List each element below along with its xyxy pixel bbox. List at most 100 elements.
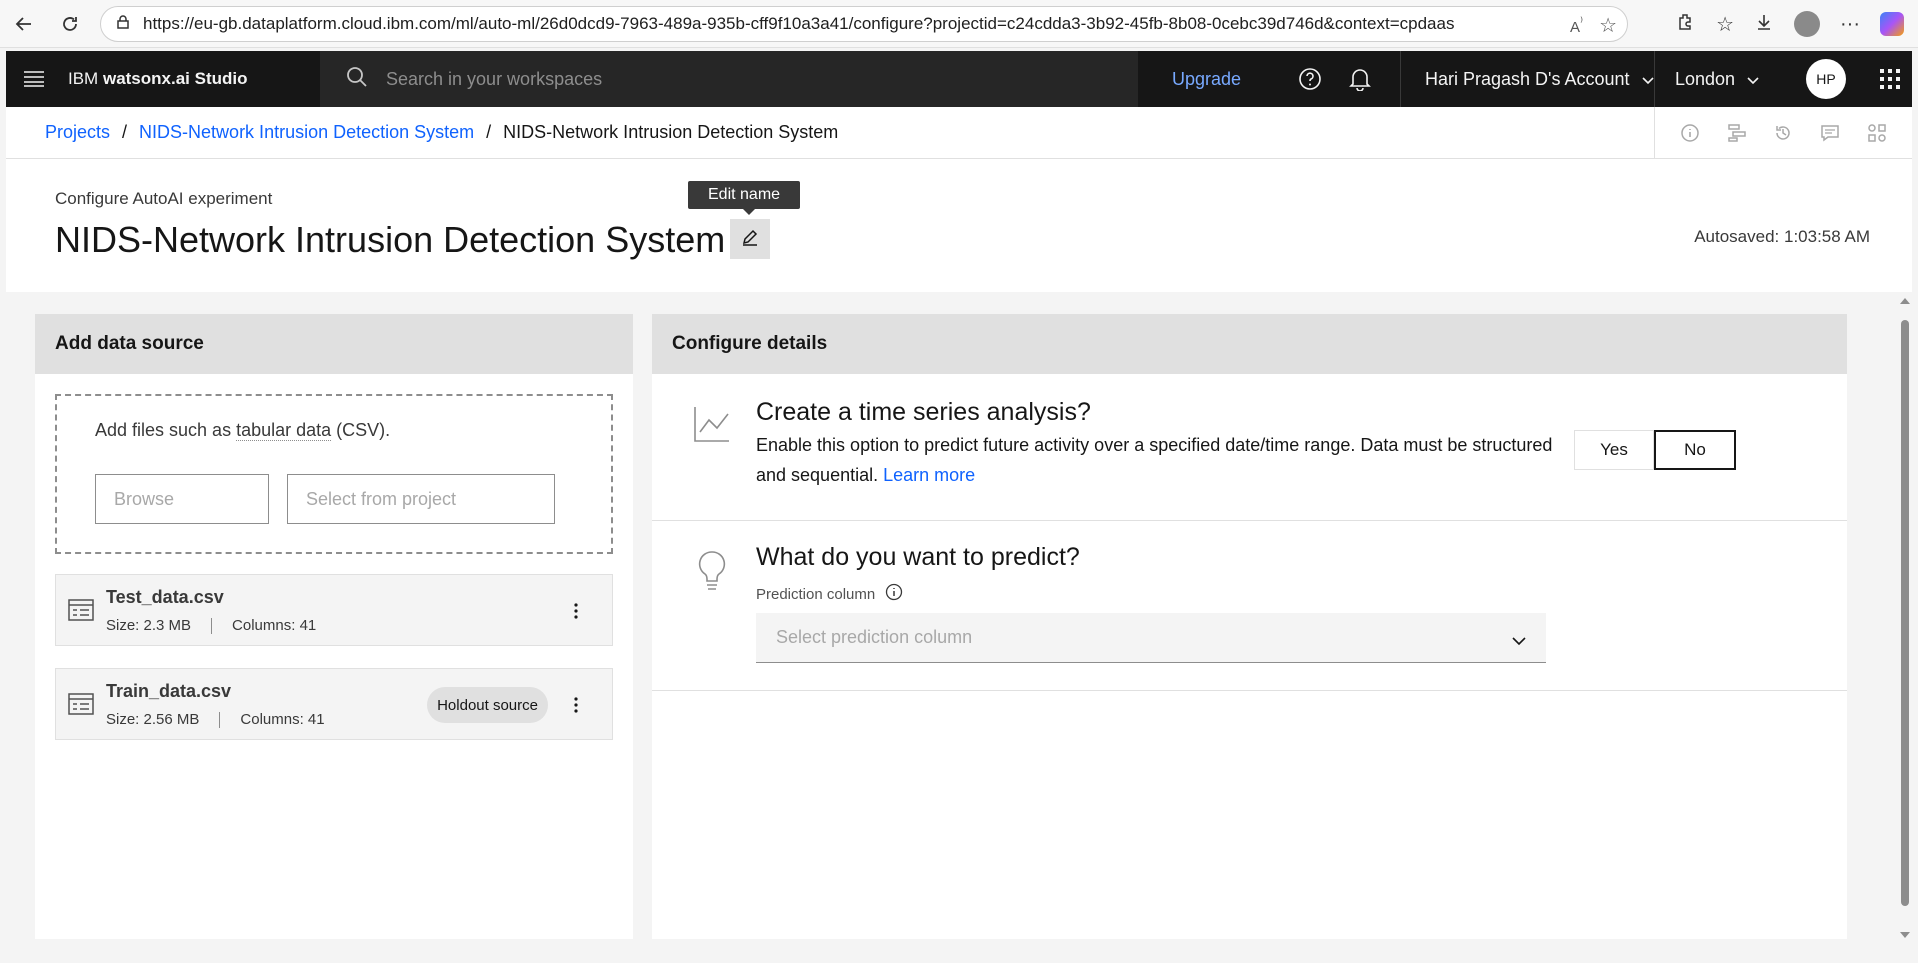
refresh-icon[interactable] (52, 6, 88, 42)
info-icon[interactable] (1680, 123, 1700, 143)
predict-section: What do you want to predict? Prediction … (652, 521, 1847, 691)
product-name[interactable]: IBM watsonx.ai Studio (68, 69, 248, 89)
chevron-down-icon (1747, 69, 1759, 90)
browser-profile-icon[interactable] (1794, 11, 1821, 37)
dropzone-text: Add files such as tabular data (CSV). (95, 420, 390, 441)
scrollbar-thumb[interactable] (1901, 320, 1909, 906)
browser-toolbar: https://eu-gb.dataplatform.cloud.ibm.com… (0, 0, 1918, 48)
data-table-icon (68, 691, 94, 722)
yes-option[interactable]: Yes (1574, 430, 1654, 470)
file-size: Size: 2.56 MB (106, 711, 200, 728)
learn-more-link[interactable]: Learn more (883, 465, 975, 485)
predict-title: What do you want to predict? (756, 543, 1080, 571)
breadcrumb-separator: / (122, 122, 128, 142)
history-icon[interactable] (1773, 123, 1793, 143)
time-series-description: Enable this option to predict future act… (756, 430, 1566, 490)
scroll-up-arrow[interactable] (1900, 298, 1910, 304)
app-switcher-icon[interactable] (1868, 51, 1912, 107)
tabular-data-term[interactable]: tabular data (236, 420, 332, 441)
app-header: IBM watsonx.ai Studio Search in your wor… (6, 51, 1912, 107)
prediction-label-text: Prediction column (756, 585, 876, 603)
back-icon[interactable] (6, 6, 42, 42)
info-icon[interactable] (885, 583, 903, 605)
select-from-project-button[interactable]: Select from project (287, 474, 555, 524)
autosave-status: Autosaved: 1:03:58 AM (1694, 227, 1870, 246)
file-name: Test_data.csv (106, 587, 224, 607)
select-placeholder: Select prediction column (776, 627, 973, 647)
dropzone-suffix: (CSV). (331, 420, 391, 440)
file-name: Train_data.csv (106, 681, 232, 701)
downloads-icon[interactable] (1754, 12, 1774, 37)
account-name: Hari Pragash D's Account (1425, 68, 1630, 89)
data-table-icon (68, 597, 94, 628)
url-text[interactable]: https://eu-gb.dataplatform.cloud.ibm.com… (143, 14, 1454, 34)
scroll-down-arrow[interactable] (1900, 932, 1910, 938)
configure-details-panel: Configure details Create a time series a… (652, 314, 1847, 939)
time-series-text: Enable this option to predict future act… (756, 435, 1553, 485)
overflow-menu-icon[interactable] (566, 693, 586, 717)
read-aloud-icon[interactable]: A⁾ (1570, 14, 1583, 36)
configure-details-heading: Configure details (652, 314, 1847, 374)
overflow-menu-icon[interactable] (566, 599, 586, 623)
time-series-title: Create a time series analysis? (756, 398, 1091, 426)
breadcrumb-project[interactable]: NIDS-Network Intrusion Detection System (139, 122, 474, 143)
breadcrumb-current: NIDS-Network Intrusion Detection System (503, 122, 839, 142)
favorite-star-icon[interactable]: ☆ (1599, 13, 1617, 38)
side-panel-toolbar (1654, 107, 1912, 159)
file-meta: Size: 2.3 MB Columns: 41 (106, 617, 316, 634)
comments-icon[interactable] (1820, 123, 1840, 143)
account-switcher[interactable]: Hari Pragash D's Account (1400, 51, 1654, 107)
no-option[interactable]: No (1654, 430, 1736, 470)
help-icon[interactable] (1282, 51, 1338, 107)
data-source-heading: Add data source (35, 314, 633, 374)
assets-icon[interactable] (1867, 123, 1887, 143)
menu-icon[interactable] (6, 51, 62, 107)
copilot-icon[interactable] (1880, 12, 1904, 36)
pencil-icon (741, 228, 759, 251)
region-name: London (1675, 68, 1736, 89)
line-chart-icon (692, 404, 732, 449)
site-info-icon[interactable] (115, 14, 131, 35)
search-input[interactable]: Search in your workspaces (386, 69, 602, 90)
file-columns: Columns: 41 (240, 711, 325, 728)
prediction-column-select[interactable]: Select prediction column (756, 613, 1546, 663)
dropzone-prefix: Add files such as (95, 420, 237, 440)
global-search[interactable]: Search in your workspaces (320, 51, 1138, 107)
file-dropzone[interactable]: Add files such as tabular data (CSV). Br… (55, 394, 613, 554)
region-switcher[interactable]: London (1654, 51, 1804, 107)
breadcrumb-separator: / (486, 122, 492, 142)
holdout-source-tag: Holdout source (427, 687, 548, 723)
product-prefix: IBM (68, 69, 99, 88)
favorites-icon[interactable]: ☆ (1716, 12, 1734, 37)
edit-name-tooltip: Edit name (688, 181, 801, 215)
time-series-section: Create a time series analysis? Enable th… (652, 374, 1847, 521)
browse-button[interactable]: Browse (95, 474, 269, 524)
page-title: NIDS-Network Intrusion Detection System (55, 219, 726, 260)
file-meta: Size: 2.56 MB Columns: 41 (106, 711, 325, 728)
file-tile-train[interactable]: Train_data.csv Size: 2.56 MB Columns: 41… (55, 668, 613, 740)
avatar[interactable]: HP (1806, 59, 1846, 99)
more-menu-icon[interactable]: ··· (1840, 13, 1860, 36)
file-tile-test[interactable]: Test_data.csv Size: 2.3 MB Columns: 41 (55, 574, 613, 646)
breadcrumb-projects[interactable]: Projects (45, 122, 110, 143)
search-icon (346, 66, 368, 93)
page-header: Configure AutoAI experiment NIDS-Network… (6, 159, 1912, 292)
edit-name-button[interactable] (730, 219, 770, 259)
notification-icon[interactable] (1332, 51, 1388, 107)
lightbulb-icon (692, 549, 732, 598)
page-subtitle: Configure AutoAI experiment (55, 189, 273, 208)
page-scrollbar[interactable] (1898, 292, 1912, 944)
data-source-panel: Add data source Add files such as tabula… (35, 314, 633, 939)
time-series-toggle[interactable]: Yes No (1574, 430, 1736, 470)
address-bar[interactable]: https://eu-gb.dataplatform.cloud.ibm.com… (100, 6, 1628, 42)
chevron-down-icon (1512, 630, 1526, 651)
file-columns: Columns: 41 (232, 617, 317, 634)
prediction-column-label: Prediction column (756, 583, 903, 605)
product-title: watsonx.ai Studio (102, 69, 248, 88)
file-size: Size: 2.3 MB (106, 617, 192, 634)
upgrade-link[interactable]: Upgrade (1172, 51, 1241, 107)
hierarchy-icon[interactable] (1727, 123, 1747, 143)
chevron-down-icon (1641, 69, 1654, 90)
extensions-icon[interactable] (1676, 12, 1696, 37)
breadcrumb: Projects / NIDS-Network Intrusion Detect… (6, 107, 1912, 159)
